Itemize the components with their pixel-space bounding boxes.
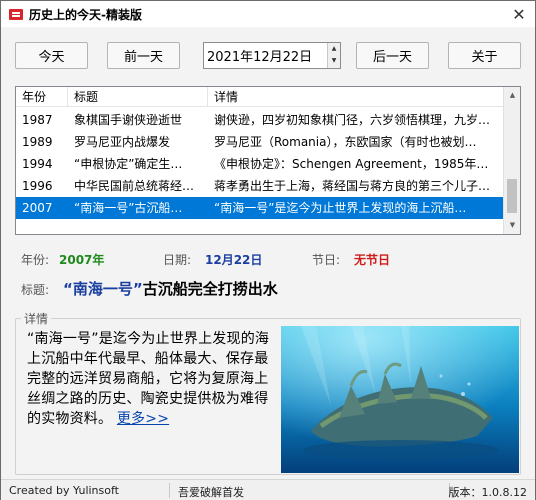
title-bar: 历史上的今天-精装版 ✕	[1, 1, 535, 27]
table-cell-detail: 《申根协定》：Schengen Agreement，1985年…	[214, 157, 489, 171]
table-scrollbar[interactable]: ▲ ▼	[503, 87, 520, 234]
table-row[interactable]: 1994 “申根协定”确定生… 《申根协定》：Schengen Agreement，…	[16, 153, 504, 175]
close-button[interactable]: ✕	[503, 1, 535, 27]
table-cell-detail: 蒋孝勇出生于上海，蒋经国与蒋方良的第三个儿子…	[214, 179, 491, 193]
table-cell-detail: “南海一号”是迄今为止世界上发现的海上沉船…	[214, 201, 467, 215]
table-cell-year: 1994	[22, 157, 53, 171]
table-cell-title: “申根协定”确定生…	[74, 157, 183, 171]
date-picker[interactable]: 2021年12月22日 ▲ ▼	[203, 42, 341, 69]
table-header: 年份 标题 详情	[16, 87, 504, 107]
column-header-year[interactable]: 年份	[16, 87, 68, 107]
today-button[interactable]: 今天	[15, 42, 88, 69]
prev-day-button[interactable]: 前一天	[107, 42, 180, 69]
event-title: “南海一号”古沉船完全打捞出水	[63, 278, 278, 299]
scroll-up-icon[interactable]: ▲	[504, 87, 520, 104]
next-day-button[interactable]: 后一天	[356, 42, 429, 69]
table-cell-title: 象棋国手谢侠逊逝世	[74, 113, 183, 127]
year-label: 年份:	[21, 253, 50, 267]
table-cell-title: 罗马尼亚内战爆发	[74, 135, 171, 149]
event-title-rest: 古沉船完全打捞出水	[142, 280, 278, 298]
table-row[interactable]: 2007 “南海一号”古沉船… “南海一号”是迄今为止世界上发现的海上沉船…	[16, 197, 504, 219]
date-spin-control[interactable]: ▲ ▼	[327, 43, 340, 68]
holiday-value: 无节日	[354, 253, 391, 267]
events-table[interactable]: 年份 标题 详情 1987 象棋国手谢侠逊逝世 谢侠逊，四岁初知象棋门径，六岁领悟棋…	[15, 86, 521, 235]
date-value: 12月22日	[205, 253, 263, 267]
event-title-highlight: “南海一号”	[63, 280, 143, 298]
status-credit: Created by Yulinsoft	[9, 484, 119, 497]
holiday-label: 节日:	[312, 253, 341, 267]
table-cell-year: 1996	[22, 179, 53, 193]
year-value: 2007年	[59, 253, 105, 267]
table-cell-year: 1987	[22, 113, 53, 127]
app-icon	[9, 8, 23, 20]
status-divider	[169, 483, 170, 498]
date-picker-value: 2021年12月22日	[207, 50, 313, 65]
table-cell-title: “南海一号”古沉船…	[74, 201, 183, 215]
about-button[interactable]: 关于	[448, 42, 521, 69]
spin-up-icon[interactable]: ▲	[328, 43, 340, 55]
table-cell-detail: 谢侠逊，四岁初知象棋门径，六岁领悟棋理，九岁…	[214, 113, 491, 127]
more-link[interactable]: 更多>>	[117, 411, 169, 427]
table-cell-detail: 罗马尼亚（Romania），东欧国家（有时也被划…	[214, 135, 477, 149]
spin-down-icon[interactable]: ▼	[328, 55, 340, 67]
status-version: 版本：1.0.8.12	[448, 486, 527, 499]
shipwreck-image	[281, 326, 519, 473]
scroll-down-icon[interactable]: ▼	[504, 217, 520, 234]
table-cell-title: 中华民国前总统蒋经…	[74, 179, 195, 193]
date-label: 日期:	[163, 253, 192, 267]
status-release: 吾爱破解首发	[178, 486, 244, 499]
status-bar: Created by Yulinsoft 吾爱破解首发 版本：1.0.8.12	[1, 479, 535, 500]
table-row[interactable]: 1987 象棋国手谢侠逊逝世 谢侠逊，四岁初知象棋门径，六岁领悟棋理，九岁…	[16, 109, 504, 131]
table-cell-year: 2007	[22, 201, 53, 215]
table-row[interactable]: 1989 罗马尼亚内战爆发 罗马尼亚（Romania），东欧国家（有时也被划…	[16, 131, 504, 153]
detail-text: “南海一号”是迄今为止世界上发现的海上沉船中年代最早、船体最大、保存最完整的远洋…	[27, 329, 273, 429]
column-header-detail[interactable]: 详情	[208, 87, 504, 107]
scroll-thumb[interactable]	[507, 179, 517, 213]
app-window: 历史上的今天-精装版 ✕ 今天 前一天 2021年12月22日 ▲ ▼ 后一天 …	[0, 0, 536, 500]
event-title-label: 标题:	[21, 283, 50, 297]
detail-group-label: 详情	[21, 310, 52, 327]
column-header-title[interactable]: 标题	[68, 87, 208, 107]
table-cell-year: 1989	[22, 135, 53, 149]
window-title: 历史上的今天-精装版	[29, 7, 142, 22]
table-row[interactable]: 1996 中华民国前总统蒋经… 蒋孝勇出生于上海，蒋经国与蒋方良的第三个儿子…	[16, 175, 504, 197]
